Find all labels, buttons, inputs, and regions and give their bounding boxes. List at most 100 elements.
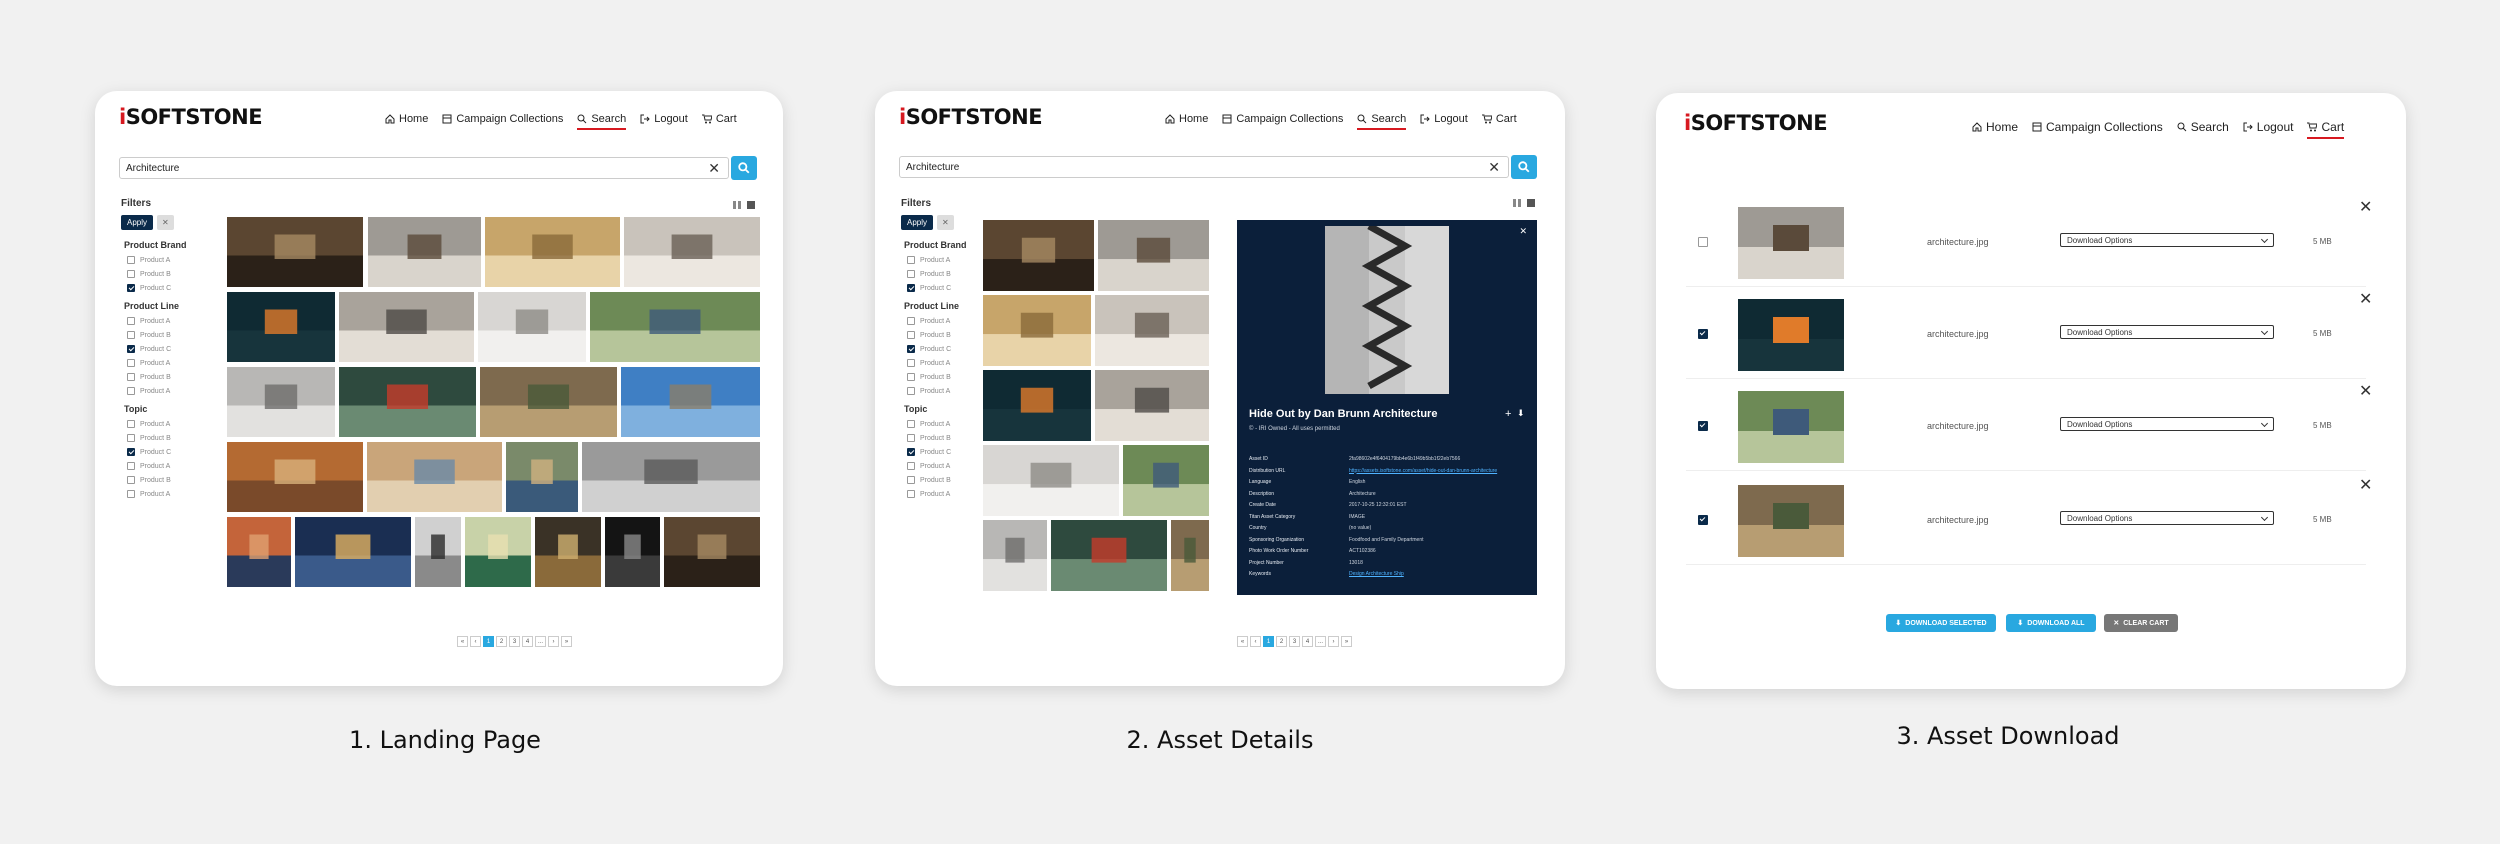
select-checkbox[interactable] [1698,237,1708,247]
checkbox[interactable] [127,490,135,498]
checkbox[interactable] [127,270,135,278]
select-checkbox[interactable] [1698,421,1708,431]
asset-thumbnail[interactable] [295,517,411,587]
filter-option[interactable]: Product B [127,330,187,340]
filter-option[interactable]: Product A [907,489,967,499]
select-checkbox[interactable] [1698,515,1708,525]
nav-cart[interactable]: Cart [1481,113,1517,130]
remove-icon[interactable]: ✕ [2359,197,2372,217]
asset-thumbnail[interactable] [1095,295,1209,366]
page-button[interactable]: » [1341,636,1352,647]
asset-thumbnail[interactable] [367,442,502,512]
nav-logout[interactable]: Logout [640,113,688,130]
search-button[interactable] [731,156,757,180]
checkbox[interactable] [127,373,135,381]
isoftstone-logo[interactable]: iSOFTSTONE [119,105,263,129]
isoftstone-logo[interactable]: iSOFTSTONE [899,105,1043,129]
checkbox[interactable] [127,434,135,442]
remove-icon[interactable]: ✕ [2359,381,2372,401]
search-input[interactable]: Architecture ✕ [119,157,729,179]
search-button[interactable] [1511,155,1537,179]
checkbox[interactable] [127,359,135,367]
close-icon[interactable]: ✕ [1519,226,1527,237]
search-input[interactable]: Architecture ✕ [899,156,1509,178]
checkbox[interactable] [907,270,915,278]
page-button[interactable]: 2 [496,636,507,647]
asset-thumbnail[interactable] [480,367,617,437]
page-button[interactable]: 1 [1263,636,1274,647]
filter-option[interactable]: Product B [127,269,187,279]
filter-option[interactable]: Product C [907,283,967,293]
checkbox[interactable] [907,359,915,367]
checkbox[interactable] [907,373,915,381]
nav-campaign-collections[interactable]: Campaign Collections [1222,113,1343,130]
nav-search[interactable]: Search [2177,120,2229,139]
asset-thumbnail[interactable] [605,517,660,587]
checkbox[interactable] [907,331,915,339]
page-button[interactable]: 1 [483,636,494,647]
filter-option[interactable]: Product A [907,316,967,326]
asset-thumbnail[interactable] [582,442,760,512]
metadata-value[interactable]: Design Architecture Ship [1349,571,1404,577]
nav-campaign-collections[interactable]: Campaign Collections [2032,120,2163,139]
filter-option[interactable]: Product A [907,358,967,368]
asset-thumbnail[interactable] [227,367,335,437]
asset-thumbnail[interactable] [1095,370,1209,441]
checkbox[interactable] [907,317,915,325]
clear-filters-button[interactable]: ✕ [937,215,954,230]
asset-thumbnail[interactable] [983,370,1091,441]
remove-icon[interactable]: ✕ [2359,475,2372,495]
nav-home[interactable]: Home [385,113,428,130]
download-all-button[interactable]: ⬇ DOWNLOAD ALL [2006,614,2096,632]
nav-home[interactable]: Home [1972,120,2018,139]
filter-option[interactable]: Product B [907,372,967,382]
filter-option[interactable]: Product A [127,386,187,396]
filter-option[interactable]: Product C [127,447,187,457]
page-button[interactable]: 2 [1276,636,1287,647]
checkbox[interactable] [127,462,135,470]
download-options-select[interactable]: Download Options [2060,233,2274,247]
asset-thumbnail[interactable] [415,517,461,587]
checkbox[interactable] [907,448,915,456]
filter-option[interactable]: Product B [907,475,967,485]
asset-thumbnail[interactable] [983,220,1094,291]
asset-thumbnail[interactable] [983,445,1119,516]
download-icon[interactable]: ⬇ [1517,408,1525,419]
filter-option[interactable]: Product B [127,475,187,485]
asset-thumbnail[interactable] [535,517,601,587]
checkbox[interactable] [127,387,135,395]
asset-thumbnail[interactable] [368,217,481,287]
filter-option[interactable]: Product C [127,344,187,354]
nav-logout[interactable]: Logout [1420,113,1468,130]
asset-thumbnail[interactable] [624,217,760,287]
filter-option[interactable]: Product A [127,419,187,429]
page-button[interactable]: 3 [509,636,520,647]
checkbox[interactable] [127,317,135,325]
page-button[interactable]: › [1328,636,1339,647]
asset-thumbnail[interactable] [465,517,531,587]
list-view-icon[interactable] [1513,199,1521,207]
filter-option[interactable]: Product A [907,461,967,471]
clear-search-icon[interactable]: ✕ [1488,159,1500,176]
asset-thumbnail[interactable] [227,442,363,512]
checkbox[interactable] [907,256,915,264]
add-to-cart-icon[interactable]: + [1505,408,1511,420]
filter-option[interactable]: Product A [127,358,187,368]
page-button[interactable]: » [561,636,572,647]
checkbox[interactable] [127,420,135,428]
clear-cart-button[interactable]: ✕ CLEAR CART [2104,614,2178,632]
grid-view-icon[interactable] [1527,199,1535,207]
nav-home[interactable]: Home [1165,113,1208,130]
asset-thumbnail[interactable] [621,367,760,437]
filter-option[interactable]: Product B [907,269,967,279]
nav-search[interactable]: Search [1357,113,1407,130]
grid-view-icon[interactable] [747,201,755,209]
metadata-value[interactable]: https://assets.isoftstone.com/asset/hide… [1349,468,1497,474]
asset-thumbnail[interactable] [664,517,760,587]
page-button[interactable]: › [548,636,559,647]
filter-option[interactable]: Product C [907,447,967,457]
filter-option[interactable]: Product A [127,255,187,265]
asset-thumbnail[interactable] [1098,220,1209,291]
checkbox[interactable] [907,462,915,470]
asset-thumbnail[interactable] [227,217,363,287]
